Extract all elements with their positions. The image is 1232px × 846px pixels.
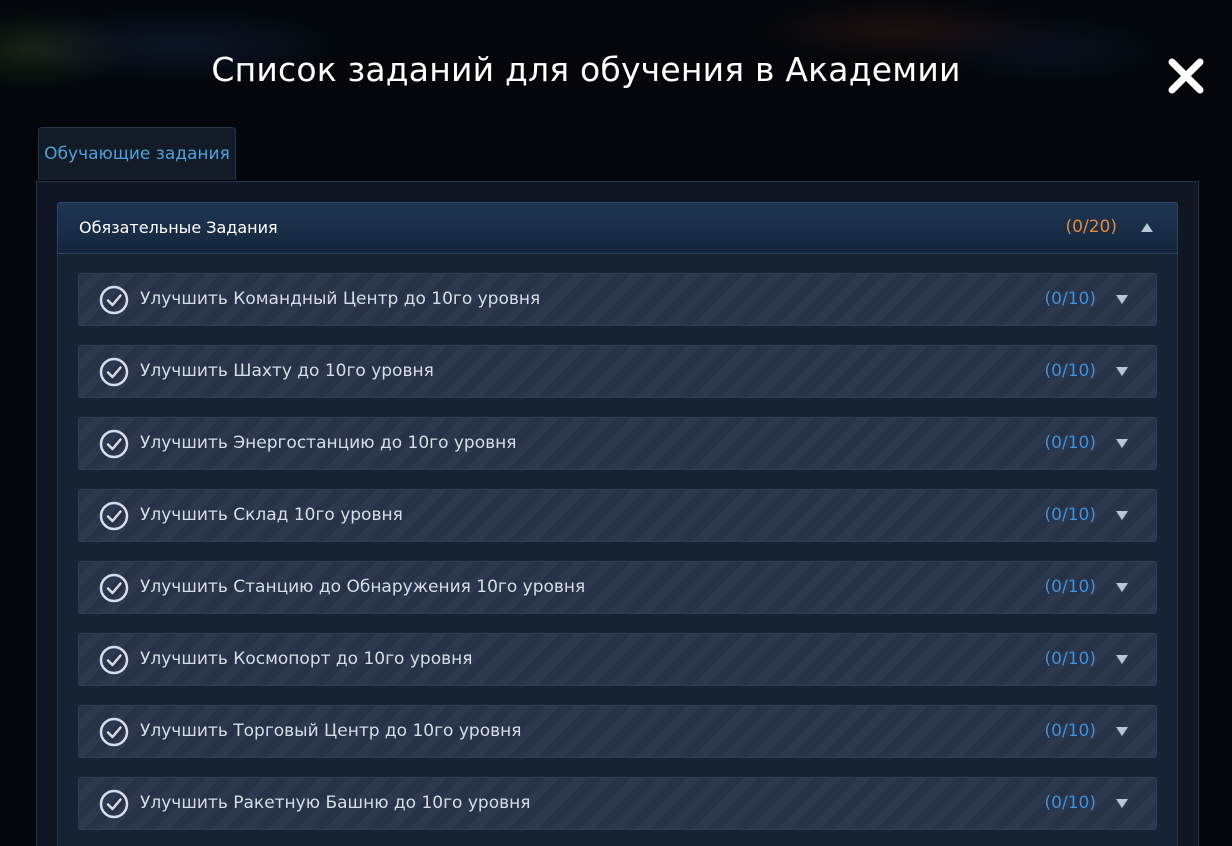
task-item[interactable]: Улучшить Энергостанцию до 10го уровня (0… [78,417,1157,470]
check-circle-icon [99,501,129,531]
task-list: Улучшить Командный Центр до 10го уровня … [78,273,1158,846]
task-progress-count: (0/10) [1044,505,1096,525]
task-item[interactable]: Улучшить Склад 10го уровня (0/10) [78,489,1157,542]
chevron-down-icon [1116,799,1128,808]
task-item[interactable]: Улучшить Командный Центр до 10го уровня … [78,273,1157,326]
chevron-down-icon [1116,439,1128,448]
academy-tasks-modal: Список заданий для обучения в Академии О… [0,0,1232,846]
task-progress-count: (0/10) [1044,361,1096,381]
chevron-down-icon [1116,295,1128,304]
check-circle-icon [99,285,129,315]
check-circle-icon [99,789,129,819]
chevron-down-icon [1116,655,1128,664]
chevron-down-icon [1116,583,1128,592]
task-label: Улучшить Станцию до Обнаружения 10го уро… [140,577,586,597]
check-circle-icon [99,573,129,603]
task-progress-count: (0/10) [1044,721,1096,741]
task-label: Улучшить Ракетную Башню до 10го уровня [140,793,531,813]
tasks-panel: Обязательные Задания (0/20) Улучшить Ком… [36,181,1199,846]
task-item[interactable]: Улучшить Космопорт до 10го уровня (0/10) [78,633,1157,686]
task-label: Улучшить Энергостанцию до 10го уровня [140,433,517,453]
task-label: Улучшить Командный Центр до 10го уровня [140,289,541,309]
task-progress-count: (0/10) [1044,289,1096,309]
task-item[interactable]: Улучшить Ракетную Башню до 10го уровня (… [78,777,1157,830]
chevron-down-icon [1116,367,1128,376]
task-label: Улучшить Космопорт до 10го уровня [140,649,473,669]
section-title: Обязательные Задания [79,218,278,237]
section-progress-count: (0/20) [1065,217,1117,237]
task-progress-count: (0/10) [1044,793,1096,813]
modal-title: Список заданий для обучения в Академии [211,50,961,89]
check-circle-icon [99,645,129,675]
chevron-up-icon [1141,223,1153,232]
section-body: Улучшить Командный Центр до 10го уровня … [57,254,1178,846]
close-icon [1168,58,1204,94]
task-item[interactable]: Улучшить Торговый Центр до 10го уровня (… [78,705,1157,758]
check-circle-icon [99,357,129,387]
task-progress-count: (0/10) [1044,433,1096,453]
tab-training-tasks[interactable]: Обучающие задания [38,127,236,180]
check-circle-icon [99,717,129,747]
task-label: Улучшить Торговый Центр до 10го уровня [140,721,522,741]
chevron-down-icon [1116,727,1128,736]
task-progress-count: (0/10) [1044,649,1096,669]
chevron-down-icon [1116,511,1128,520]
section-header-mandatory[interactable]: Обязательные Задания (0/20) [57,202,1178,254]
task-label: Улучшить Склад 10го уровня [140,505,403,525]
task-label: Улучшить Шахту до 10го уровня [140,361,434,381]
task-item[interactable]: Улучшить Шахту до 10го уровня (0/10) [78,345,1157,398]
task-progress-count: (0/10) [1044,577,1096,597]
check-circle-icon [99,429,129,459]
task-item[interactable]: Улучшить Станцию до Обнаружения 10го уро… [78,561,1157,614]
close-button[interactable] [1166,56,1206,96]
